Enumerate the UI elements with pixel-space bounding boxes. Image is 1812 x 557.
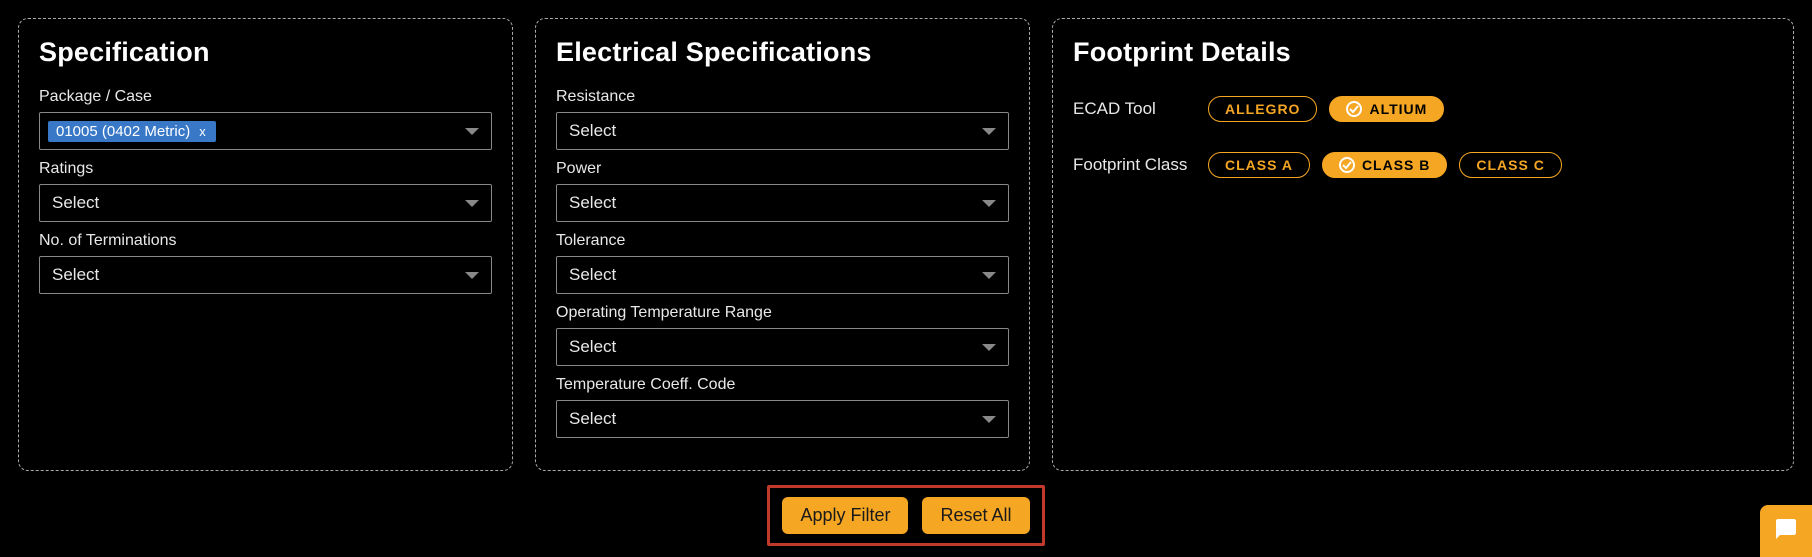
op-temp-value: Select [569,337,616,357]
package-case-chip-text: 01005 (0402 Metric) [56,123,190,140]
terminations-select[interactable]: Select [39,256,492,294]
specification-panel: Specification Package / Case 01005 (0402… [18,18,513,471]
apply-filter-button[interactable]: Apply Filter [782,497,908,534]
tolerance-value: Select [569,265,616,285]
temp-coeff-value: Select [569,409,616,429]
tolerance-label: Tolerance [556,232,1009,250]
ecad-tool-options: ALLEGRO ALTIUM [1208,96,1444,122]
footprint-class-label: Footprint Class [1073,155,1208,175]
chevron-down-icon [982,128,996,135]
footprint-class-c-text: CLASS C [1476,157,1544,173]
chevron-down-icon [982,272,996,279]
package-case-field: Package / Case 01005 (0402 Metric) x [39,88,492,150]
footprint-class-options: CLASS A CLASS B CLASS C [1208,152,1562,178]
ecad-tool-label: ECAD Tool [1073,99,1208,119]
ratings-field: Ratings Select [39,160,492,222]
package-case-chip[interactable]: 01005 (0402 Metric) x [48,121,216,142]
terminations-field: No. of Terminations Select [39,232,492,294]
electrical-spec-panel: Electrical Specifications Resistance Sel… [535,18,1030,471]
footprint-details-panel: Footprint Details ECAD Tool ALLEGRO ALTI… [1052,18,1794,471]
check-icon [1346,101,1362,117]
chevron-down-icon [465,272,479,279]
power-field: Power Select [556,160,1009,222]
chevron-down-icon [982,200,996,207]
action-highlight-box: Apply Filter Reset All [767,485,1044,546]
op-temp-label: Operating Temperature Range [556,304,1009,322]
footprint-class-a-pill[interactable]: CLASS A [1208,152,1310,178]
electrical-spec-title: Electrical Specifications [556,37,1009,68]
footprint-details-title: Footprint Details [1073,37,1773,68]
resistance-label: Resistance [556,88,1009,106]
chevron-down-icon [465,200,479,207]
resistance-value: Select [569,121,616,141]
check-icon [1339,157,1355,173]
chevron-down-icon [982,344,996,351]
tolerance-field: Tolerance Select [556,232,1009,294]
chevron-down-icon [982,416,996,423]
reset-all-button[interactable]: Reset All [922,497,1029,534]
ecad-tool-allegro-pill[interactable]: ALLEGRO [1208,96,1317,122]
power-value: Select [569,193,616,213]
footprint-class-c-pill[interactable]: CLASS C [1459,152,1561,178]
chat-icon [1774,517,1798,546]
temp-coeff-field: Temperature Coeff. Code Select [556,376,1009,438]
chat-button[interactable] [1760,505,1812,557]
resistance-field: Resistance Select [556,88,1009,150]
temp-coeff-label: Temperature Coeff. Code [556,376,1009,394]
footprint-class-b-pill[interactable]: CLASS B [1322,152,1447,178]
footprint-class-a-text: CLASS A [1225,157,1293,173]
temp-coeff-select[interactable]: Select [556,400,1009,438]
terminations-value: Select [52,265,99,285]
ratings-label: Ratings [39,160,492,178]
ratings-value: Select [52,193,99,213]
resistance-select[interactable]: Select [556,112,1009,150]
tolerance-select[interactable]: Select [556,256,1009,294]
chip-remove-icon[interactable]: x [197,125,208,138]
package-case-label: Package / Case [39,88,492,106]
package-case-select[interactable]: 01005 (0402 Metric) x [39,112,492,150]
specification-title: Specification [39,37,492,68]
power-label: Power [556,160,1009,178]
ecad-tool-altium-text: ALTIUM [1369,101,1427,117]
footprint-class-row: Footprint Class CLASS A CLASS B CLASS C [1073,144,1773,178]
op-temp-field: Operating Temperature Range Select [556,304,1009,366]
power-select[interactable]: Select [556,184,1009,222]
ecad-tool-altium-pill[interactable]: ALTIUM [1329,96,1444,122]
chevron-down-icon [465,128,479,135]
terminations-label: No. of Terminations [39,232,492,250]
footprint-class-b-text: CLASS B [1362,157,1430,173]
action-bar: Apply Filter Reset All [18,485,1794,546]
ecad-tool-row: ECAD Tool ALLEGRO ALTIUM [1073,88,1773,122]
ratings-select[interactable]: Select [39,184,492,222]
op-temp-select[interactable]: Select [556,328,1009,366]
ecad-tool-allegro-text: ALLEGRO [1225,101,1300,117]
